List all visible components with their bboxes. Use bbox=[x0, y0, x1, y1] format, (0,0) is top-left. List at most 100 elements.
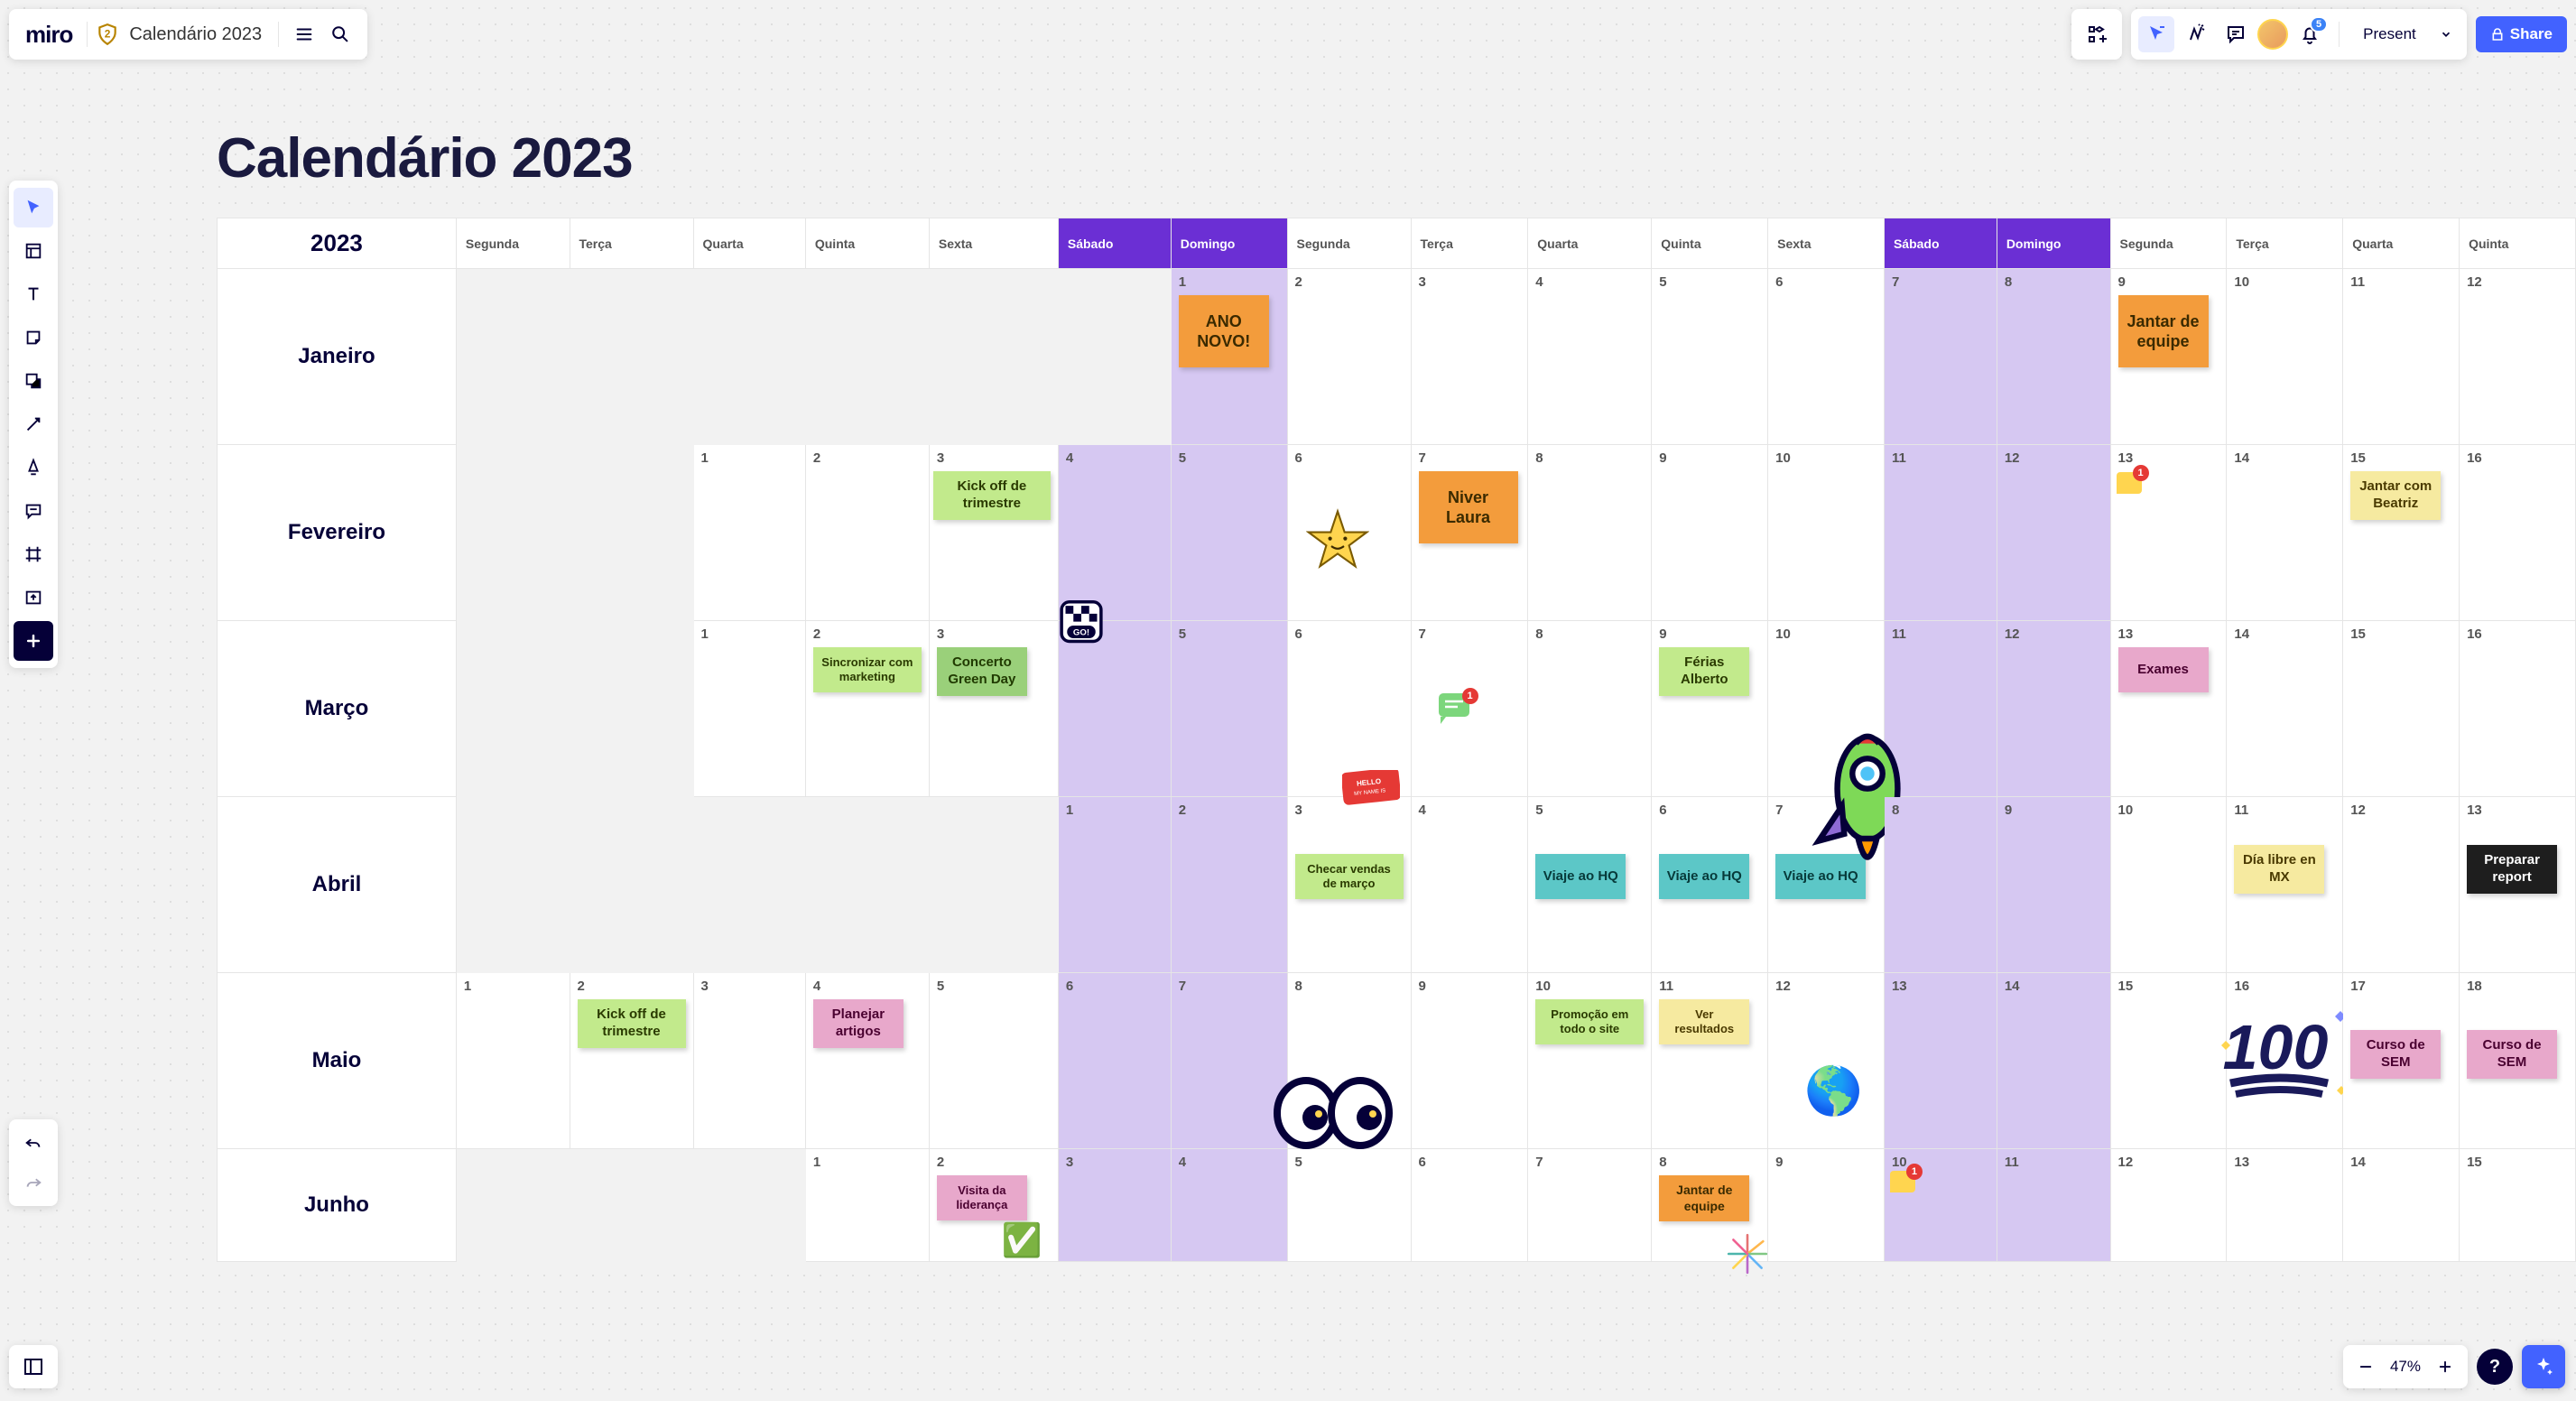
sticky-note[interactable]: Promoção em todo o site bbox=[1535, 999, 1644, 1044]
day-cell[interactable]: 6 bbox=[1411, 1149, 1528, 1262]
reactions-icon[interactable] bbox=[2178, 16, 2214, 52]
sticky-note[interactable]: Planejar artigos bbox=[813, 999, 903, 1048]
day-cell[interactable]: 3 Kick off de trimestre bbox=[929, 445, 1058, 621]
day-cell[interactable]: 14 bbox=[1997, 973, 2110, 1149]
line-tool[interactable] bbox=[14, 404, 53, 444]
day-cell[interactable]: 10 Promoção em todo o site bbox=[1528, 973, 1652, 1149]
sticky-note[interactable]: Kick off de trimestre bbox=[933, 471, 1051, 520]
shapes-tool[interactable] bbox=[14, 361, 53, 401]
sticky-note[interactable]: Kick off de trimestre bbox=[578, 999, 686, 1048]
comment-tool[interactable] bbox=[14, 491, 53, 531]
select-tool[interactable] bbox=[14, 188, 53, 227]
comment-indicator[interactable]: 1 bbox=[2117, 472, 2142, 494]
day-cell[interactable]: 15 bbox=[2343, 621, 2460, 797]
day-cell[interactable]: 13 bbox=[1884, 973, 1997, 1149]
day-cell[interactable]: 2 Kick off de trimestre bbox=[570, 973, 693, 1149]
day-cell[interactable]: 3 Concerto Green Day bbox=[929, 621, 1058, 797]
sticky-note[interactable]: Checar vendas de março bbox=[1295, 854, 1404, 899]
apps-icon[interactable] bbox=[2079, 16, 2115, 52]
day-cell[interactable]: 5 bbox=[1287, 1149, 1411, 1262]
day-cell[interactable]: 9 Jantar de equipe bbox=[2110, 269, 2227, 445]
share-button[interactable]: Share bbox=[2476, 16, 2567, 52]
panel-toggle-button[interactable] bbox=[9, 1345, 58, 1388]
day-cell[interactable]: 4 bbox=[1528, 269, 1652, 445]
sticky-note[interactable]: Ver resultados bbox=[1659, 999, 1749, 1044]
day-cell[interactable]: 7 bbox=[1884, 269, 1997, 445]
sticky-note[interactable]: Exames bbox=[2118, 647, 2209, 692]
day-cell[interactable]: 10 1 bbox=[1884, 1149, 1997, 1262]
day-cell[interactable]: 2 Sincronizar com marketing bbox=[805, 621, 929, 797]
day-cell[interactable]: 16 bbox=[2460, 621, 2576, 797]
day-cell[interactable]: 1 ANO NOVO! bbox=[1171, 269, 1287, 445]
day-cell[interactable]: 14 bbox=[2227, 621, 2343, 797]
day-cell[interactable]: 13 Preparar report bbox=[2460, 797, 2576, 973]
day-cell[interactable]: 6 Viaje ao HQ bbox=[1652, 797, 1768, 973]
day-cell[interactable]: 3 bbox=[693, 973, 805, 1149]
day-cell[interactable]: 12 🌎 bbox=[1768, 973, 1885, 1149]
sticky-tool[interactable] bbox=[14, 318, 53, 357]
more-tools[interactable] bbox=[14, 621, 53, 661]
day-cell[interactable]: 15 Jantar com Beatriz bbox=[2343, 445, 2460, 621]
menu-icon[interactable] bbox=[286, 16, 322, 52]
day-cell[interactable]: 9 bbox=[1411, 973, 1528, 1149]
day-cell[interactable]: 1 bbox=[456, 973, 570, 1149]
day-cell[interactable]: 1 bbox=[805, 1149, 929, 1262]
day-cell[interactable]: 14 bbox=[2227, 445, 2343, 621]
day-cell[interactable]: 7 1 bbox=[1411, 621, 1528, 797]
shield-badge-icon[interactable]: 2 bbox=[95, 22, 120, 47]
day-cell[interactable]: 13 bbox=[2227, 1149, 2343, 1262]
text-tool[interactable] bbox=[14, 274, 53, 314]
comment-indicator[interactable]: 1 bbox=[1890, 1171, 1915, 1192]
day-cell[interactable]: 18 Curso de SEM bbox=[2460, 973, 2576, 1149]
day-cell[interactable]: 9 bbox=[1768, 1149, 1885, 1262]
day-cell[interactable]: 12 bbox=[2460, 269, 2576, 445]
day-cell[interactable]: 13 Exames bbox=[2110, 621, 2227, 797]
miro-logo[interactable]: miro bbox=[18, 21, 79, 49]
sticky-note[interactable]: ANO NOVO! bbox=[1179, 295, 1269, 367]
sticky-note[interactable]: Preparar report bbox=[2467, 845, 2557, 894]
day-cell[interactable]: 11 bbox=[1997, 1149, 2110, 1262]
day-cell[interactable]: 7 bbox=[1528, 1149, 1652, 1262]
day-cell[interactable]: 16 bbox=[2460, 445, 2576, 621]
day-cell[interactable]: 2 Visita da liderança ✅ bbox=[929, 1149, 1058, 1262]
day-cell[interactable]: 5 bbox=[1652, 269, 1768, 445]
day-cell[interactable]: 3 HELLOMY NAME IS Checar vendas de março bbox=[1287, 797, 1411, 973]
day-cell[interactable]: 12 bbox=[1997, 445, 2110, 621]
notifications-icon[interactable]: 5 bbox=[2292, 16, 2328, 52]
comments-icon[interactable] bbox=[2218, 16, 2254, 52]
day-cell[interactable]: 11 Ver resultados bbox=[1652, 973, 1768, 1149]
day-cell[interactable]: 5 Viaje ao HQ bbox=[1528, 797, 1652, 973]
sticky-note[interactable]: Curso de SEM bbox=[2467, 1030, 2557, 1079]
day-cell[interactable]: 9 bbox=[1652, 445, 1768, 621]
sticky-note[interactable]: Viaje ao HQ bbox=[1659, 854, 1749, 899]
day-cell[interactable]: 16 100 bbox=[2227, 973, 2343, 1149]
day-cell[interactable]: 7 Viaje ao HQ bbox=[1768, 797, 1885, 973]
day-cell[interactable]: 11 bbox=[2343, 269, 2460, 445]
frame-tool[interactable] bbox=[14, 534, 53, 574]
sticky-note[interactable]: Curso de SEM bbox=[2350, 1030, 2441, 1079]
sticky-note[interactable]: Viaje ao HQ bbox=[1775, 854, 1866, 899]
day-cell[interactable]: 12 bbox=[2110, 1149, 2227, 1262]
day-cell[interactable]: 3 bbox=[1058, 1149, 1171, 1262]
redo-button[interactable] bbox=[14, 1164, 53, 1201]
calendar-table[interactable]: 2023 Segunda Terça Quarta Quinta Sexta S… bbox=[217, 218, 2576, 1262]
day-cell[interactable]: 2 bbox=[1171, 797, 1287, 973]
day-cell[interactable]: 12 bbox=[2343, 797, 2460, 973]
day-cell[interactable]: 2 bbox=[1287, 269, 1411, 445]
day-cell[interactable]: 1 bbox=[693, 621, 805, 797]
day-cell[interactable]: 8 bbox=[1287, 973, 1411, 1149]
day-cell[interactable]: 12 bbox=[1997, 621, 2110, 797]
day-cell[interactable]: 4 GO! bbox=[1058, 621, 1171, 797]
day-cell[interactable]: 4 Planejar artigos bbox=[805, 973, 929, 1149]
day-cell[interactable]: 10 bbox=[1768, 621, 1885, 797]
day-cell[interactable]: 8 bbox=[1884, 797, 1997, 973]
board-title[interactable]: Calendário 2023 bbox=[120, 24, 271, 45]
day-cell[interactable]: 4 bbox=[1058, 445, 1171, 621]
sticky-note[interactable]: Sincronizar com marketing bbox=[813, 647, 922, 692]
cursor-follow-icon[interactable] bbox=[2138, 16, 2174, 52]
sticky-note[interactable]: Día libre en MX bbox=[2234, 845, 2324, 894]
upload-tool[interactable] bbox=[14, 578, 53, 617]
day-cell[interactable]: 5 bbox=[1171, 445, 1287, 621]
day-cell[interactable]: 5 bbox=[1171, 621, 1287, 797]
day-cell[interactable]: 4 bbox=[1171, 1149, 1287, 1262]
